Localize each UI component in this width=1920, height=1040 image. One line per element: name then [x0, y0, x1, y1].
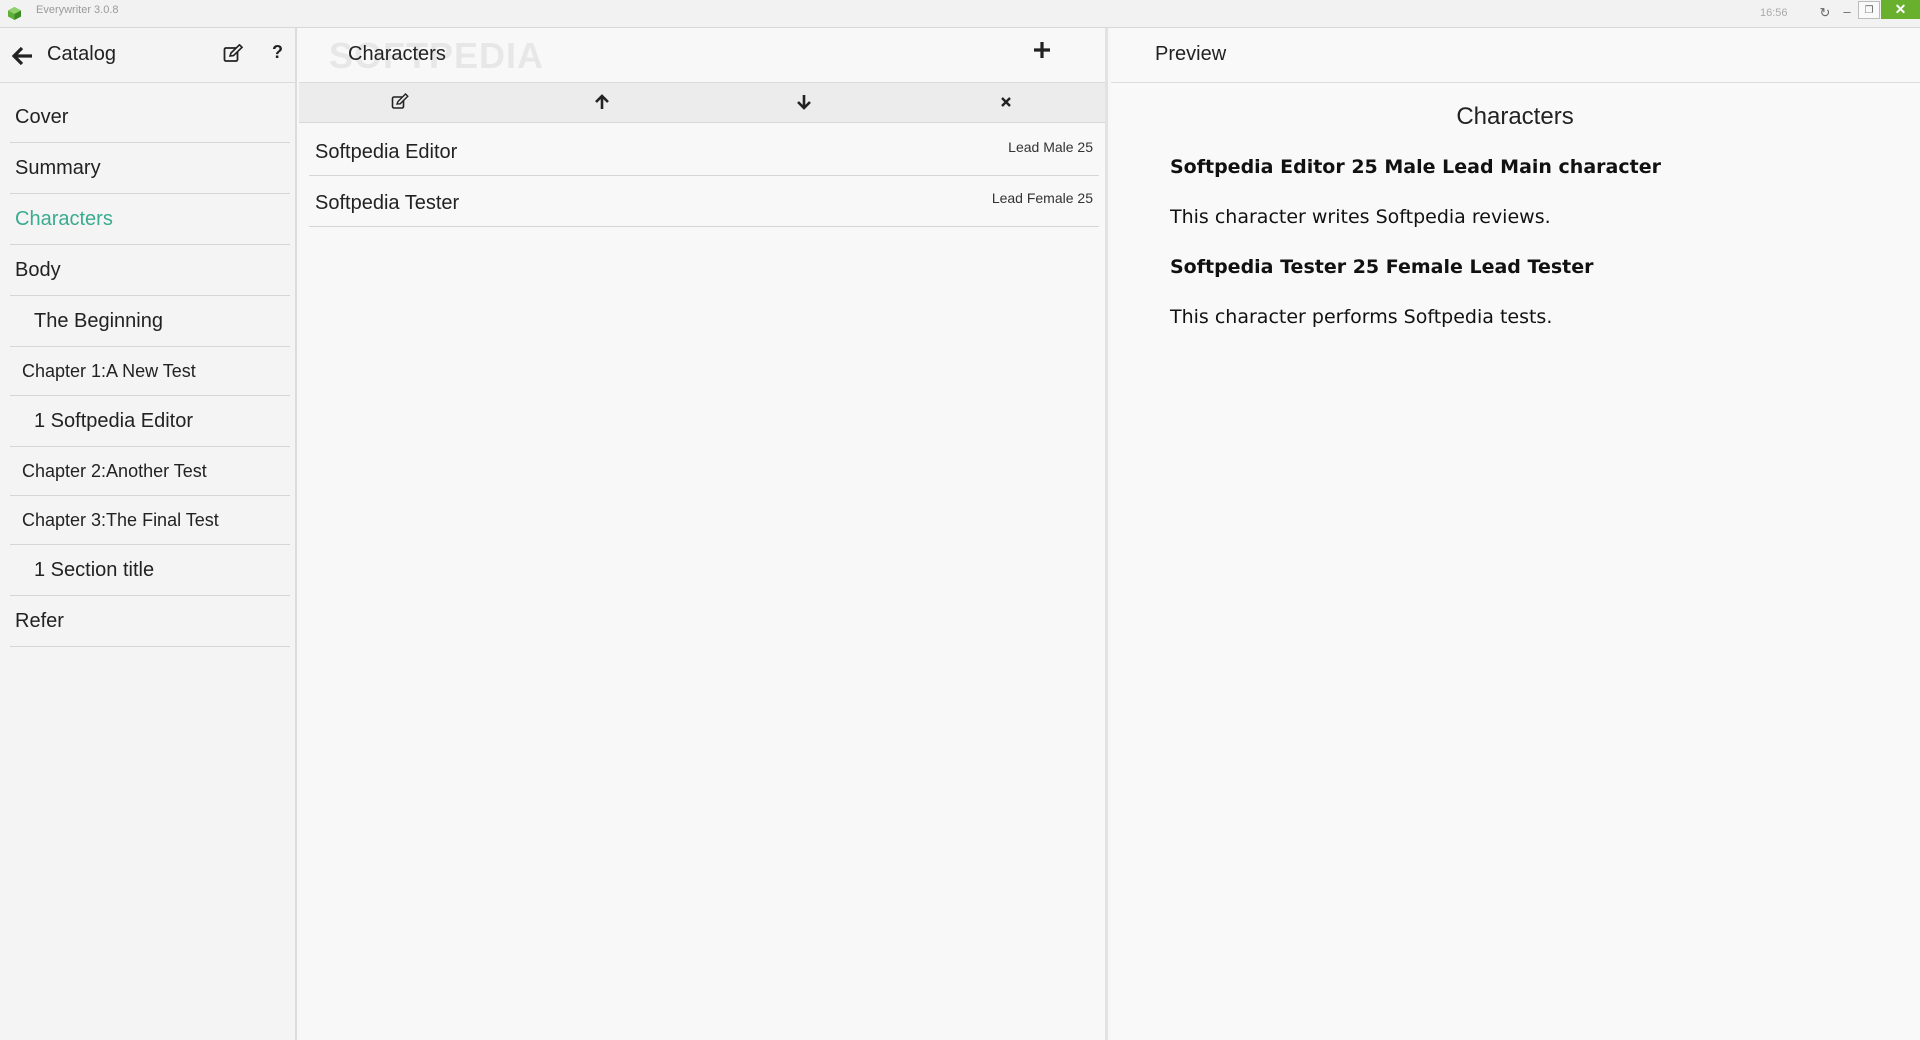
characters-title: Characters — [348, 43, 446, 65]
app-logo-icon — [8, 7, 21, 20]
catalog-item-chapter-3[interactable]: Chapter 3:The Final Test — [10, 496, 290, 545]
clock: 16:56 — [1760, 7, 1788, 19]
arrow-down-icon[interactable] — [795, 93, 813, 111]
characters-toolbar — [299, 83, 1105, 123]
arrow-up-icon[interactable] — [593, 93, 611, 111]
character-name: Softpedia Editor — [315, 141, 458, 163]
catalog-item-refer[interactable]: Refer — [10, 596, 290, 647]
edit-icon[interactable] — [223, 44, 243, 64]
plus-icon[interactable] — [1032, 40, 1052, 60]
preview-heading: Characters — [1456, 103, 1574, 130]
close-button[interactable]: ✕ — [1881, 0, 1920, 19]
catalog-list: Cover Summary Characters Body The Beginn… — [10, 92, 290, 647]
refresh-icon[interactable]: ↻ — [1814, 3, 1836, 23]
characters-header: SOFTPEDIA Characters — [299, 28, 1105, 83]
arrow-left-icon[interactable] — [12, 46, 34, 66]
preview-header: Preview — [1111, 28, 1920, 83]
catalog-header: Catalog ? — [0, 28, 295, 83]
edit-icon[interactable] — [391, 93, 409, 111]
catalog-title: Catalog — [47, 43, 116, 65]
catalog-item-summary[interactable]: Summary — [10, 143, 290, 194]
preview-entry-header: Softpedia Editor 25 Male Lead Main chara… — [1170, 156, 1661, 178]
preview-content: Characters Softpedia Editor 25 Male Lead… — [1170, 103, 1870, 353]
catalog-item-characters[interactable]: Characters — [10, 194, 290, 245]
preview-panel: Preview Characters Softpedia Editor 25 M… — [1111, 28, 1920, 1040]
app-title: Everywriter 3.0.8 — [36, 4, 119, 16]
preview-title: Preview — [1155, 43, 1227, 65]
help-icon[interactable]: ? — [272, 42, 283, 63]
catalog-item-the-beginning[interactable]: The Beginning — [10, 296, 290, 347]
character-name: Softpedia Tester — [315, 192, 460, 214]
preview-entry-text: This character writes Softpedia reviews. — [1170, 206, 1551, 228]
catalog-item-chapter-1[interactable]: Chapter 1:A New Test — [10, 347, 290, 396]
list-item[interactable]: Softpedia Tester Lead Female 25 — [309, 176, 1099, 227]
preview-entry-text: This character performs Softpedia tests. — [1170, 306, 1553, 328]
characters-panel: SOFTPEDIA Characters Softpedia Editor Le… — [299, 28, 1108, 1040]
character-meta: Lead Male 25 — [1008, 139, 1093, 155]
preview-entry-header: Softpedia Tester 25 Female Lead Tester — [1170, 256, 1594, 278]
catalog-item-cover[interactable]: Cover — [10, 92, 290, 143]
minimize-button[interactable]: – — [1836, 1, 1858, 21]
list-item[interactable]: Softpedia Editor Lead Male 25 — [309, 125, 1099, 176]
close-icon[interactable] — [997, 93, 1015, 111]
restore-button[interactable]: ❐ — [1858, 1, 1880, 19]
characters-list: Softpedia Editor Lead Male 25 Softpedia … — [309, 125, 1099, 227]
catalog-panel: Catalog ? Cover Summary Characters Body … — [0, 28, 297, 1040]
catalog-item-section-title[interactable]: 1 Section title — [10, 545, 290, 596]
character-meta: Lead Female 25 — [991, 190, 1093, 206]
catalog-item-chapter-2[interactable]: Chapter 2:Another Test — [10, 447, 290, 496]
title-bar: Everywriter 3.0.8 16:56 ↻ – ❐ ✕ — [0, 0, 1920, 28]
catalog-item-body[interactable]: Body — [10, 245, 290, 296]
catalog-item-section-softpedia-editor[interactable]: 1 Softpedia Editor — [10, 396, 290, 447]
